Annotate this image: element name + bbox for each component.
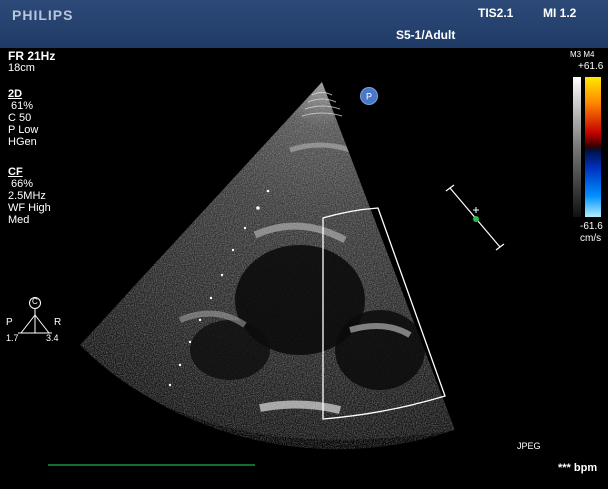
orientation-right: R: [54, 317, 62, 328]
focus-marker[interactable]: [445, 184, 505, 251]
scale-max: +61.6: [578, 61, 604, 72]
mode-2d-label: 2D: [8, 88, 23, 100]
filter-cf: WF High: [8, 202, 51, 214]
p-marker-icon: P: [360, 87, 378, 105]
gain-cf: 66%: [11, 178, 34, 190]
scale-min: -61.6: [580, 221, 603, 232]
params-2d: 2D 61% C 50 P Low HGen: [8, 88, 38, 148]
orientation-marker: C P R 1.7 3.4: [4, 293, 66, 343]
top-header-bar: PHILIPS TIS2.1 MI 1.2 S5-1/Adult: [0, 0, 608, 48]
freq-cf: 2.5MHz: [8, 190, 46, 202]
tis-index: TIS2.1: [478, 6, 514, 20]
heart-rate: *** bpm: [558, 462, 598, 474]
mi-index: MI 1.2: [543, 6, 577, 20]
brand-logo: PHILIPS: [12, 7, 74, 23]
mode-cf-label: CF: [8, 166, 23, 178]
probe-preset: S5-1/Adult: [396, 28, 456, 42]
acquisition-params: FR 21Hz 18cm: [8, 50, 55, 74]
tissue-texture: [80, 82, 455, 450]
power-2d: P Low: [8, 124, 39, 136]
scale-unit: cm/s: [580, 233, 602, 244]
freq-2d: HGen: [8, 136, 37, 148]
grayscale-bar: [573, 77, 581, 217]
format-label: JPEG: [517, 441, 541, 451]
orientation-left-value: 1.7: [6, 333, 19, 343]
params-cf: CF 66% 2.5MHz WF High Med: [8, 166, 51, 226]
gain-2d: 61%: [11, 100, 34, 112]
color-map: M3 M4: [570, 50, 595, 59]
orientation-right-value: 3.4: [46, 333, 59, 343]
echo-image: [48, 82, 505, 466]
compress-2d: C 50: [8, 112, 32, 124]
frame-rate: FR 21Hz: [8, 49, 56, 63]
depth: 18cm: [8, 62, 35, 74]
svg-text:P: P: [366, 92, 372, 102]
orientation-left: P: [6, 317, 13, 328]
color-velocity-scale: M3 M4 +61.6 -61.6 cm/s: [566, 50, 608, 250]
color-bar: [585, 77, 601, 217]
velocity-cf: Med: [8, 214, 30, 226]
orientation-center: C: [32, 297, 38, 306]
